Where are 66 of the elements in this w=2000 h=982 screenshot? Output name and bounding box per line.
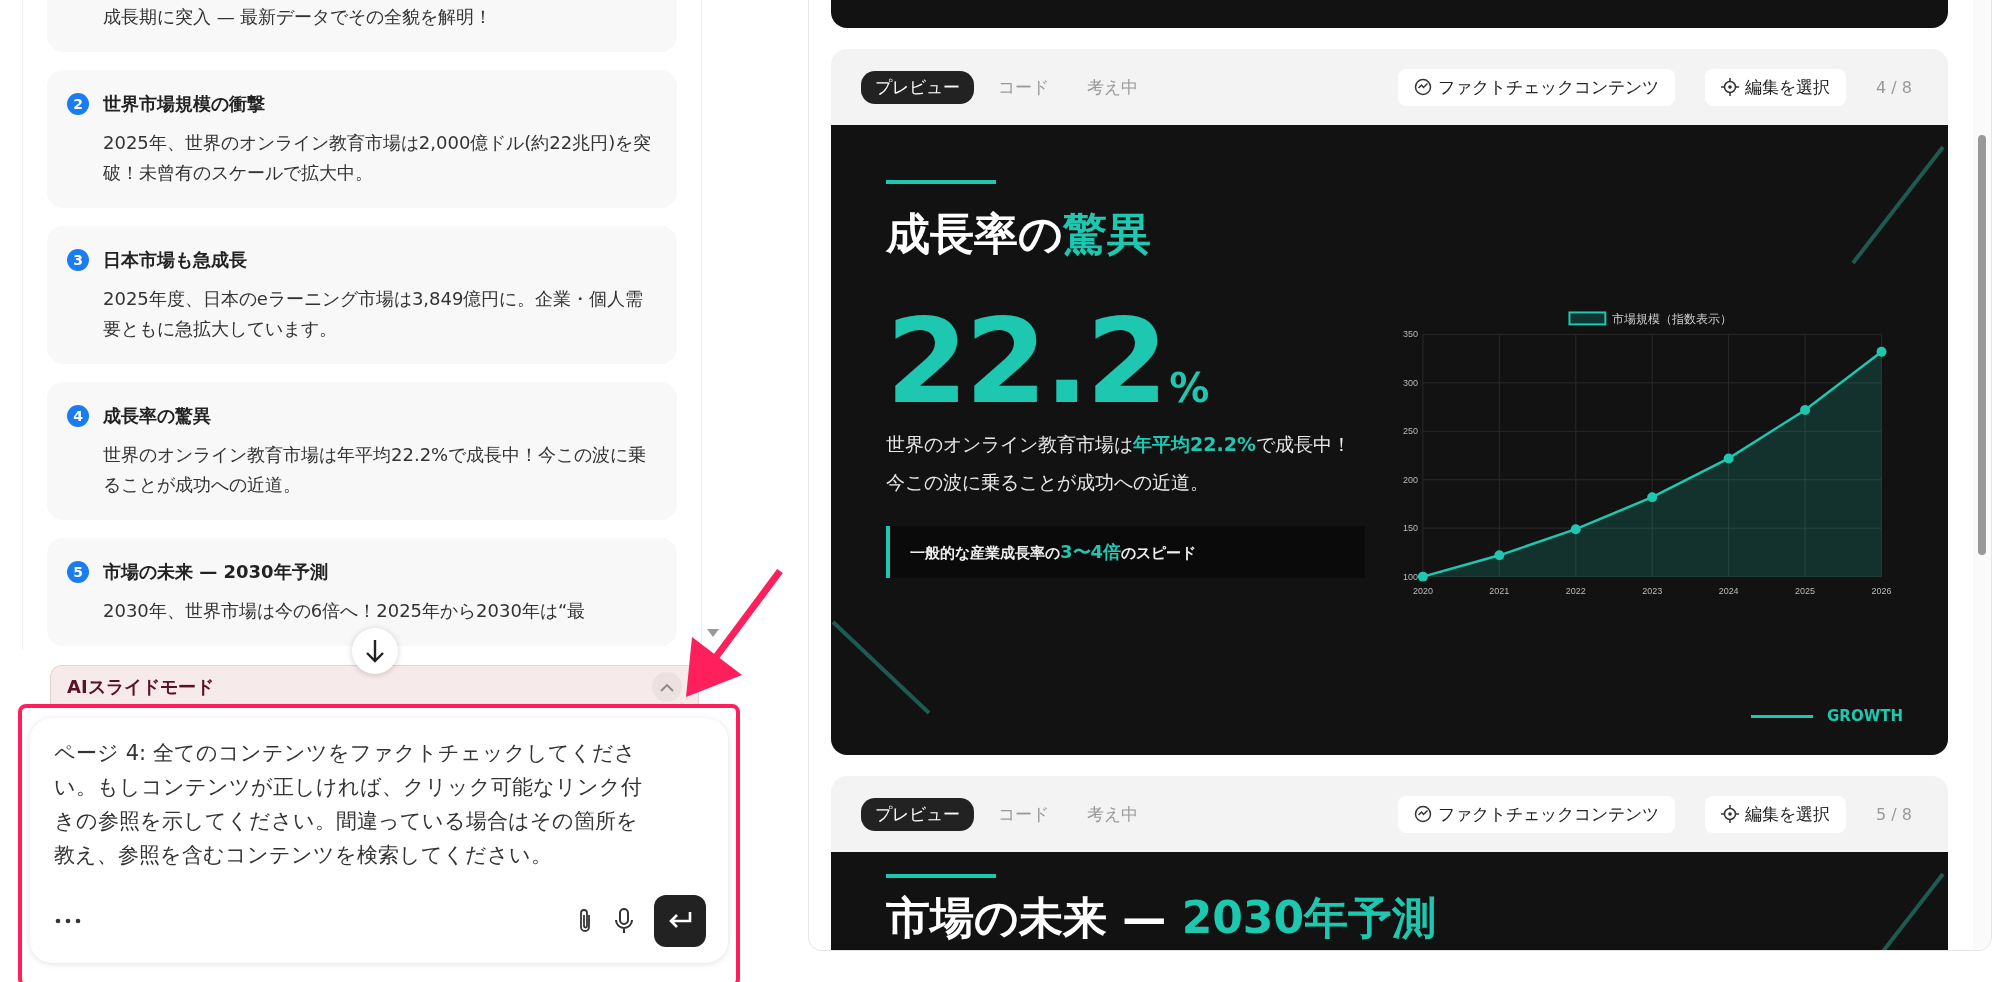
axis-label: 2021	[1488, 585, 1509, 596]
fact-check-button[interactable]: ファクトチェックコンテンツ	[1398, 795, 1676, 833]
footer-label: GROWTH	[1827, 707, 1903, 725]
select-edit-button[interactable]: 編集を選択	[1705, 795, 1847, 833]
axis-label: 2022	[1565, 585, 1586, 596]
scrollbar[interactable]	[1973, 0, 1991, 950]
axis-label: 150	[1402, 523, 1418, 534]
page-counter: 5 / 8	[1876, 804, 1912, 824]
axis-label: 2023	[1641, 585, 1662, 596]
accent-line	[1751, 714, 1814, 718]
check-circle-icon	[1414, 78, 1433, 96]
target-icon	[1721, 78, 1740, 96]
check-circle-icon	[1414, 805, 1433, 823]
view-tab[interactable]: プレビュー	[861, 797, 974, 831]
axis-label: 2024	[1718, 585, 1739, 596]
card-title: 日本市場も急成長	[103, 248, 247, 272]
axis-label: 250	[1402, 426, 1418, 437]
point	[1570, 524, 1581, 535]
microphone-icon	[614, 907, 634, 935]
card-text: 成長期に突入 — 最新データでその全貌を解明！	[103, 5, 494, 29]
number-badge: 5	[67, 561, 89, 583]
card-title: 世界市場規模の衝撃	[103, 92, 265, 116]
stat-unit: %	[1169, 368, 1210, 408]
card-text: 世界のオンライン教育市場は年平均22.2%で成長中！今この波に乗ることが成功への近道。	[103, 443, 648, 497]
slide-text: 今この波に乗ることが成功への近道。	[886, 470, 1210, 495]
number-badge: 3	[67, 249, 89, 271]
axis-label: 2026	[1871, 585, 1892, 596]
callout-box: 一般的な産業成長率の3〜4倍のスピード	[886, 526, 1365, 578]
stat-value: 22.2	[886, 302, 1166, 420]
message-input[interactable]: ページ 4: 全てのコンテンツをファクトチェックしてください。もしコンテンツが正しければ、クリック可能なリンク付きの参照を示してください。間違っている場合はその箇所を教え、参照を含むコンテンツを検索してください。	[30, 718, 728, 963]
send-button[interactable]	[654, 895, 706, 947]
slide-title: 成長率の驚異	[886, 207, 1152, 261]
page-counter: 4 / 8	[1876, 77, 1912, 97]
mode-label: AIスライドモード	[67, 675, 214, 699]
point	[1646, 492, 1657, 503]
number-badge: 4	[67, 405, 89, 427]
view-tab[interactable]: プレビュー	[861, 70, 974, 104]
card-title: 成長率の驚異	[103, 404, 211, 428]
card-text: 2025年度、日本のeラーニング市場は3,849億円に。企業・個人需要ともに急拡大しています。	[103, 287, 645, 341]
axis-label: 300	[1402, 377, 1418, 388]
axis-label: 200	[1402, 474, 1418, 485]
microphone-button[interactable]	[614, 907, 634, 935]
point	[1493, 550, 1504, 561]
scroll-arrow-icon[interactable]	[706, 628, 720, 638]
slide-text: 世界のオンライン教育市場は年平均22.2%で成長中！	[886, 432, 1352, 457]
axis-label: 350	[1402, 329, 1418, 340]
legend-swatch	[1568, 311, 1606, 326]
point	[1876, 346, 1887, 357]
point	[1799, 404, 1810, 415]
fact-check-button[interactable]: ファクトチェックコンテンツ	[1398, 68, 1676, 106]
card-text: 2030年、世界市場は今の6倍へ！2025年から2030年は“最	[103, 599, 587, 623]
card-title: 市場の未来 — 2030年予測	[103, 560, 328, 584]
down-arrow-icon	[364, 638, 386, 664]
axis-label: 2020	[1412, 585, 1433, 596]
point	[1723, 453, 1734, 464]
number-badge: 2	[67, 93, 89, 115]
chevron-up-icon	[660, 682, 674, 692]
point	[1417, 571, 1428, 582]
target-icon	[1721, 805, 1740, 823]
slide-title: 市場の未来 — 2030年予測	[886, 891, 1438, 945]
axis-label: 2025	[1794, 585, 1815, 596]
card-text: 2025年、世界のオンライン教育市場は2,000億ドル(約22兆円)を突破！未曾有のスケールで拡大中。	[103, 131, 653, 185]
axis-label: 100	[1402, 571, 1418, 582]
legend-label: 市場規模（指数表示）	[1611, 312, 1732, 327]
select-edit-button[interactable]: 編集を選択	[1705, 68, 1847, 106]
more-icon[interactable]	[54, 917, 82, 925]
